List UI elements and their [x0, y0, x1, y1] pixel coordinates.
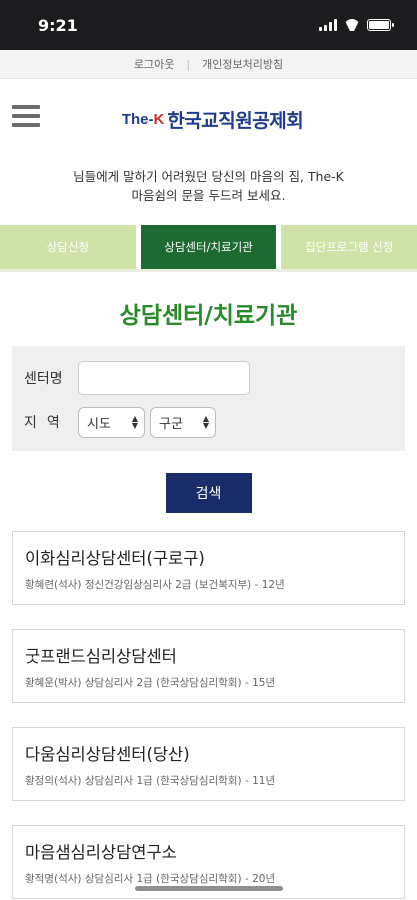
center-name: 굿프랜드심리상담센터: [25, 646, 177, 666]
search-button-wrap: 검색: [0, 473, 417, 513]
logout-link[interactable]: 로그아웃: [134, 56, 174, 72]
status-icons: [319, 19, 394, 31]
center-name-input[interactable]: [78, 361, 250, 395]
center-name: 이화심리상담센터(구로구): [25, 548, 205, 568]
center-name: 마음샘심리상담연구소: [25, 842, 177, 862]
page-title: 상담센터/치료기관: [119, 303, 298, 329]
counselor-info: 황혜련(석사) 정신건강임상심리사 2급 (보건복지부) - 12년: [25, 578, 285, 591]
chevron-updown-icon: ▲ ▼: [131, 414, 138, 430]
logo[interactable]: The-K 한국교직원공제회: [121, 106, 304, 133]
home-indicator[interactable]: [134, 886, 283, 891]
sido-select[interactable]: 시도 ▲ ▼: [78, 406, 145, 438]
list-item[interactable]: 굿프랜드심리상담센터 황혜운(박사) 상담심리사 2급 (한국상담심리학회) -…: [12, 629, 405, 703]
counselor-info: 황정의(석사) 상담심리사 1급 (한국상담심리학회) - 11년: [25, 774, 276, 787]
list-item[interactable]: 다움심리상담센터(당산) 황정의(석사) 상담심리사 1급 (한국상담심리학회)…: [12, 727, 405, 801]
link-separator: |: [186, 57, 191, 71]
chevron-updown-icon: ▲ ▼: [202, 414, 209, 430]
center-name-row: 센터명: [24, 360, 393, 396]
hamburger-menu-icon[interactable]: [12, 105, 40, 127]
gugun-select[interactable]: 구군 ▲ ▼: [150, 406, 216, 438]
status-bar: 9:21: [0, 0, 417, 50]
intro-text: 님들에게 말하기 어려웠던 당신의 마음의 짐, The-K 마음쉼의 문을 두…: [0, 167, 417, 215]
top-links: 로그아웃 | 개인정보처리방침: [0, 50, 417, 79]
signal-icon: [319, 19, 337, 31]
search-panel: 센터명 지역 시도 ▲ ▼ 구군 ▲ ▼: [12, 346, 405, 451]
wifi-icon: [344, 19, 360, 31]
list-item[interactable]: 이화심리상담센터(구로구) 황혜련(석사) 정신건강임상심리사 2급 (보건복지…: [12, 531, 405, 605]
search-button[interactable]: 검색: [165, 473, 252, 513]
results-list: 이화심리상담센터(구로구) 황혜련(석사) 정신건강임상심리사 2급 (보건복지…: [0, 531, 417, 899]
header: The-K 한국교직원공제회: [0, 79, 417, 159]
gugun-value: 구군: [159, 416, 183, 432]
center-name: 다움심리상담센터(당산): [25, 744, 190, 764]
intro-line-1: 님들에게 말하기 어려웠던 당신의 마음의 짐, The-K: [73, 169, 344, 184]
counselor-info: 황혜운(박사) 상담심리사 2급 (한국상담심리학회) - 15년: [25, 676, 276, 689]
sido-value: 시도: [87, 416, 111, 432]
region-row: 지역 시도 ▲ ▼ 구군 ▲ ▼: [24, 404, 393, 440]
privacy-policy-link[interactable]: 개인정보처리방침: [202, 56, 283, 72]
tab-counseling-apply[interactable]: 상담신청: [0, 225, 136, 269]
counselor-info: 황적명(석사) 상담심리사 1급 (한국상담심리학회) - 20년: [25, 872, 276, 885]
tab-group-program[interactable]: 집단프로그램 신청: [281, 225, 417, 269]
status-time: 9:21: [38, 15, 78, 35]
tab-counseling-center[interactable]: 상담센터/치료기관: [140, 225, 277, 269]
logo-mark: The-K: [121, 110, 165, 128]
logo-name: 한국교직원공제회: [167, 109, 304, 132]
region-label: 지역: [24, 415, 70, 431]
center-name-label: 센터명: [24, 371, 63, 387]
tab-bar: 상담신청 상담센터/치료기관 집단프로그램 신청: [0, 225, 417, 272]
intro-line-2: 마음쉼의 문을 두드려 보세요.: [131, 188, 286, 203]
battery-icon: [367, 19, 394, 31]
